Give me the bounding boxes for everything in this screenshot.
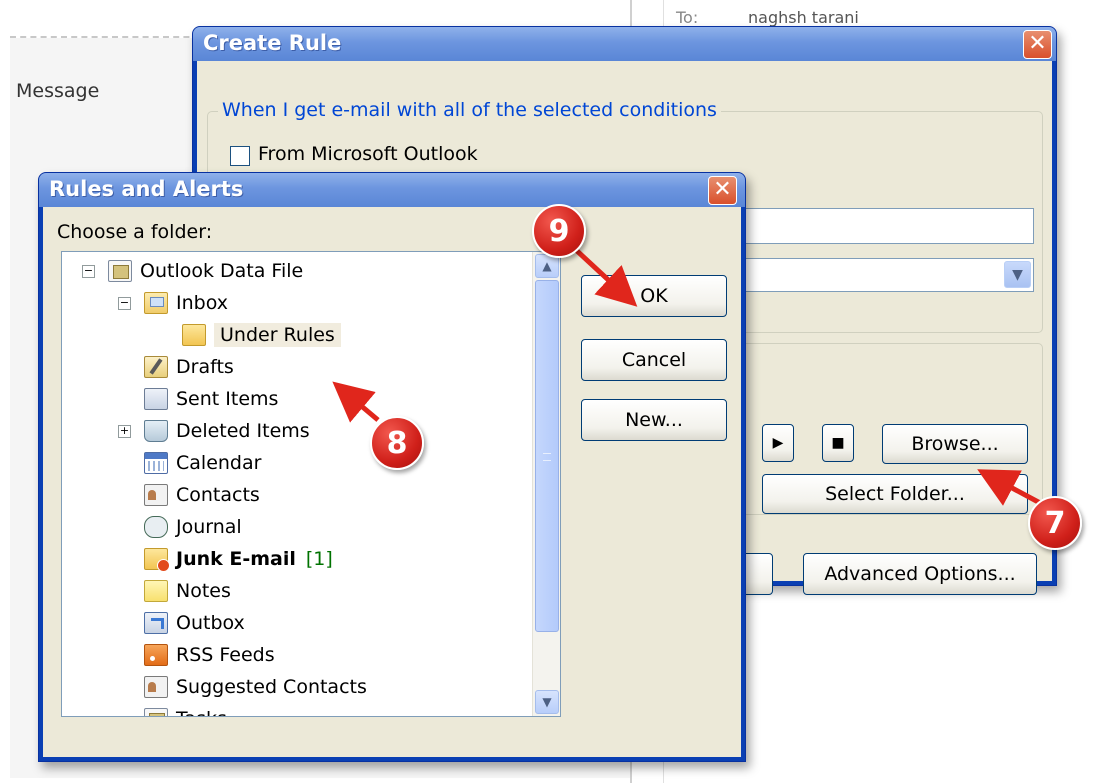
tree-item[interactable]: Journal <box>144 512 242 542</box>
close-icon[interactable]: ✕ <box>708 176 737 205</box>
tree-item[interactable]: Calendar <box>144 448 261 478</box>
choose-folder-label: Choose a folder: <box>57 221 213 243</box>
rules-alerts-titlebar[interactable]: Rules and Alerts ✕ <box>39 173 745 207</box>
folder-tree[interactable]: − Outlook Data File − Inbox Under Rules … <box>61 251 561 717</box>
close-icon[interactable]: ✕ <box>1023 30 1052 59</box>
rules-alerts-body: Choose a folder: − Outlook Data File − I… <box>43 207 741 757</box>
tree-item-label: Notes <box>176 580 231 602</box>
select-folder-button[interactable]: Select Folder... <box>762 474 1028 514</box>
play-sound-button[interactable]: ▶ <box>762 424 794 462</box>
from-checkbox[interactable] <box>230 146 250 166</box>
journal-icon <box>144 516 168 538</box>
background-window-top <box>0 0 1093 28</box>
suggested-contacts-icon <box>144 676 168 698</box>
cancel-button[interactable]: Cancel <box>581 339 727 381</box>
calendar-icon <box>144 452 168 474</box>
tree-item-label: Calendar <box>176 452 262 474</box>
tree-item-label: RSS Feeds <box>176 644 275 666</box>
collapse-icon[interactable]: − <box>82 265 95 278</box>
conditions-legend: When I get e-mail with all of the select… <box>218 99 721 121</box>
sent-to-select[interactable]: ▼ <box>728 258 1034 292</box>
browse-button[interactable]: Browse... <box>882 424 1028 464</box>
tree-item-label: Deleted Items <box>176 420 310 442</box>
tree-item[interactable]: RSS Feeds <box>144 640 275 670</box>
tree-item-label: Sent Items <box>176 388 279 410</box>
to-label: To: <box>676 8 699 27</box>
folder-icon <box>182 324 206 346</box>
tree-item[interactable]: Drafts <box>144 352 234 382</box>
callout-9: 9 <box>532 204 586 258</box>
tree-item-label: Inbox <box>176 292 228 314</box>
tree-item[interactable]: Tasks <box>144 704 227 716</box>
tree-item[interactable]: Sent Items <box>144 384 278 414</box>
scroll-down-icon[interactable]: ▼ <box>535 690 559 714</box>
from-label: From Microsoft Outlook <box>258 143 478 165</box>
tree-item-label: Contacts <box>176 484 260 506</box>
expand-icon[interactable]: + <box>118 425 131 438</box>
tree-item[interactable]: − Outlook Data File <box>82 256 304 286</box>
unread-count: [1] <box>305 548 333 570</box>
rss-feeds-icon <box>144 644 168 666</box>
tree-scrollbar[interactable]: ▲ ▼ <box>532 252 560 716</box>
tree-item[interactable]: − Inbox <box>118 288 228 318</box>
outbox-icon <box>144 612 168 634</box>
tree-item[interactable]: + Deleted Items <box>118 416 310 446</box>
notes-icon <box>144 580 168 602</box>
subject-input[interactable]: e <box>728 208 1034 244</box>
tree-item-label: Journal <box>176 516 242 538</box>
tree-item[interactable]: Contacts <box>144 480 260 510</box>
to-value: naghsh tarani <box>748 8 859 27</box>
tree-item[interactable]: Notes <box>144 576 231 606</box>
message-column-header[interactable]: Message <box>16 80 99 102</box>
create-rule-title: Create Rule <box>203 31 342 55</box>
advanced-options-button[interactable]: Advanced Options... <box>803 553 1037 595</box>
datafile-icon <box>108 260 132 282</box>
tree-item[interactable]: Suggested Contacts <box>144 672 367 702</box>
inbox-icon <box>144 292 168 314</box>
drafts-icon <box>144 356 168 378</box>
collapse-icon[interactable]: − <box>118 297 131 310</box>
callout-7: 7 <box>1028 496 1082 550</box>
rules-alerts-title: Rules and Alerts <box>49 177 244 201</box>
callout-8: 8 <box>370 416 424 470</box>
tree-item-label: Outbox <box>176 612 245 634</box>
tree-item-label: Suggested Contacts <box>176 676 367 698</box>
ok-button[interactable]: OK <box>581 275 727 317</box>
tree-item-label: Tasks <box>176 708 227 716</box>
create-rule-titlebar[interactable]: Create Rule ✕ <box>193 27 1056 61</box>
grip-icon <box>543 453 551 461</box>
tasks-icon <box>144 708 168 716</box>
stop-sound-button[interactable]: ■ <box>822 424 854 462</box>
tree-item[interactable]: Junk E-mail [1] <box>144 544 333 574</box>
scroll-thumb[interactable] <box>535 280 559 632</box>
contacts-icon <box>144 484 168 506</box>
new-folder-button[interactable]: New... <box>581 399 727 441</box>
tree-item-label: Junk E-mail <box>176 548 296 570</box>
tree-item-label: Drafts <box>176 356 234 378</box>
tree-item[interactable]: Outbox <box>144 608 245 638</box>
junk-email-icon <box>144 548 170 572</box>
chevron-down-icon[interactable]: ▼ <box>1004 261 1031 288</box>
tree-item-label: Under Rules <box>214 323 341 347</box>
sent-items-icon <box>144 388 168 410</box>
tree-item-selected[interactable]: Under Rules <box>182 320 341 350</box>
tree-item-label: Outlook Data File <box>140 260 304 282</box>
deleted-items-icon <box>144 420 168 442</box>
